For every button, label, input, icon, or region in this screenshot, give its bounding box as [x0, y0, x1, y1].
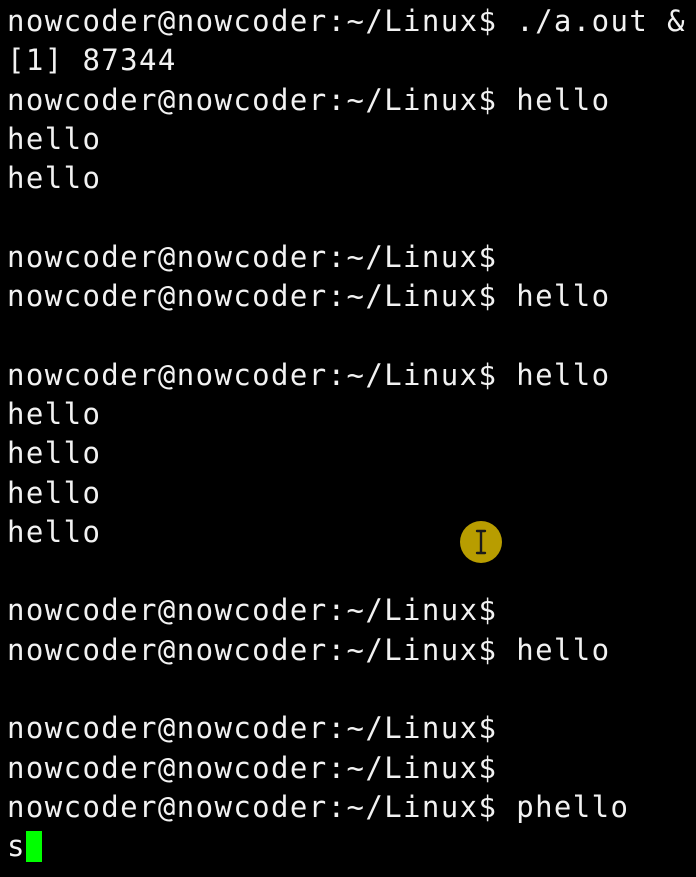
terminal-line: hello	[7, 121, 102, 156]
terminal-line: nowcoder@nowcoder:~/Linux$	[7, 593, 498, 628]
text-cursor	[25, 831, 42, 863]
terminal-line: hello	[7, 436, 102, 471]
terminal-line: hello	[7, 396, 102, 431]
terminal-line: nowcoder@nowcoder:~/Linux$ hello	[7, 632, 611, 667]
terminal-line: [1] 87344	[7, 43, 177, 78]
terminal-line: hello	[7, 475, 102, 510]
terminal-line: nowcoder@nowcoder:~/Linux$	[7, 711, 498, 746]
terminal-input-line[interactable]: s	[7, 827, 696, 866]
terminal-line: nowcoder@nowcoder:~/Linux$ ./a.out &	[7, 4, 686, 38]
terminal-window[interactable]: nowcoder@nowcoder:~/Linux$ ./a.out & [1]…	[0, 0, 696, 877]
typed-input[interactable]: s	[7, 829, 26, 863]
ibeam-cursor-icon	[475, 529, 487, 555]
terminal-line: nowcoder@nowcoder:~/Linux$	[7, 750, 498, 785]
terminal-line: nowcoder@nowcoder:~/Linux$ hello	[7, 279, 611, 314]
terminal-line: nowcoder@nowcoder:~/Linux$ phello	[7, 789, 630, 824]
terminal-line: nowcoder@nowcoder:~/Linux$	[7, 239, 498, 274]
terminal-line: hello	[7, 514, 102, 549]
terminal-line: nowcoder@nowcoder:~/Linux$ hello	[7, 82, 611, 117]
terminal-line: nowcoder@nowcoder:~/Linux$ hello	[7, 357, 611, 392]
terminal-line: hello	[7, 161, 102, 196]
